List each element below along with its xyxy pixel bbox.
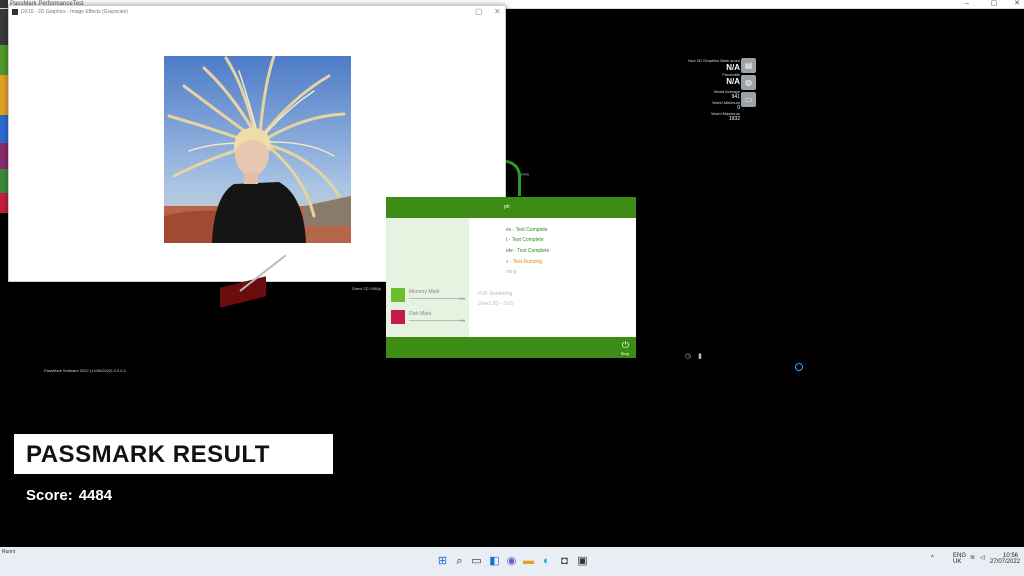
store-icon[interactable]: ◘: [558, 555, 571, 568]
portrait-image: [164, 56, 351, 243]
result-score: Score: 4484: [26, 487, 112, 504]
chat-icon[interactable]: ◉: [505, 555, 518, 568]
close-icon[interactable]: ✕: [494, 7, 501, 17]
search-icon[interactable]: ⌕: [453, 555, 466, 568]
test-category-pane: Memory Mark 0% Disk Mark 0%: [386, 218, 469, 337]
scene-date-caption: PassMark Software 2022 (12/06/2022) 0.3.…: [44, 368, 126, 373]
start-icon[interactable]: ⊞: [436, 555, 449, 568]
language-indicator[interactable]: ENG UK: [953, 553, 966, 565]
task-view-icon[interactable]: ▭: [470, 555, 483, 568]
wifi-icon[interactable]: ≋: [970, 555, 975, 561]
test-window-header-text: ph: [504, 204, 510, 210]
test-status-line: es - Test Complete: [506, 227, 548, 233]
widgets-icon[interactable]: ◧: [488, 555, 501, 568]
score-value: 4484: [78, 487, 113, 504]
test-window-header: ph: [386, 197, 636, 218]
stop-label: Stop: [620, 351, 629, 356]
fps-label: FPS: [521, 172, 529, 177]
loading-cursor-icon: [795, 363, 803, 371]
taskbar-status-text: Runni: [2, 549, 16, 555]
edge-icon[interactable]: ◐: [540, 555, 553, 568]
memory-mark-bar: [409, 298, 465, 299]
scene-green-arc: [505, 160, 521, 196]
date-text: 27/07/2022: [990, 559, 1021, 565]
disk-mark-swatch: [391, 310, 405, 324]
test-status-line: PDF Rendering: [478, 291, 513, 297]
window-icon: [12, 9, 18, 15]
close-icon[interactable]: ✕: [1010, 0, 1024, 8]
test-status-line: ete - Test Complete: [506, 248, 550, 254]
chat-icon[interactable]: ▭: [741, 92, 756, 107]
taskbar: Runni ⊞ ⌕ ▭ ◧ ◉ ▬ ◐ ◘ ▣ ^ ENG UK ≋ ◁ 10:…: [0, 547, 1024, 576]
test-status-line: t - Test Complete: [506, 237, 544, 243]
scene-caption: Direct 2D 1080p: [352, 286, 381, 291]
percentile-value: N/A: [726, 77, 740, 86]
test-photo: [164, 56, 351, 243]
file-explorer-icon[interactable]: ▬: [522, 555, 535, 568]
memory-mark-name: Memory Mark: [409, 289, 440, 295]
image-window-titlebar: DX10 - 2D Graphics - Image Effects (Gray…: [9, 6, 505, 19]
side-icon-column: ▤ ◍ ▭: [741, 58, 756, 109]
volume-icon[interactable]: ◁: [980, 555, 985, 561]
memory-mark-pct: 0%: [459, 296, 465, 301]
disk-mark-bar: [409, 320, 465, 321]
test-status-line: Direct 2D - SVG: [478, 301, 514, 307]
result-title: PASSMARK RESULT: [26, 441, 270, 468]
globe-icon[interactable]: ◍: [741, 75, 756, 90]
maximize-icon[interactable]: ▢: [475, 7, 483, 17]
passmark-app-icon[interactable]: ▣: [576, 555, 589, 568]
clock-icon: ◷: [685, 353, 692, 360]
score-label: Score:: [26, 487, 73, 504]
score-value: N/A: [726, 63, 740, 72]
clock[interactable]: 10:56 27/07/2022: [990, 553, 1021, 565]
result-banner: PASSMARK RESULT: [14, 434, 333, 474]
tray-chevron-icon[interactable]: ^: [931, 555, 934, 561]
test-status-line: s - Test Running: [506, 259, 543, 265]
region-code: UK: [953, 559, 962, 565]
sidebar-strip: [0, 9, 8, 249]
document-icon[interactable]: ▤: [741, 58, 756, 73]
tile-memory-mark[interactable]: Memory Mark 0%: [391, 288, 467, 304]
test-progress-window[interactable]: ph Memory Mark 0% Disk Mark 0% es - Test…: [386, 197, 636, 358]
power-icon[interactable]: ⏻: [622, 340, 629, 351]
minimize-icon[interactable]: –: [960, 0, 974, 8]
tile-disk-mark[interactable]: Disk Mark 0%: [391, 310, 467, 326]
world-maximum-value: 1932: [728, 116, 740, 122]
maximize-icon[interactable]: ▢: [987, 0, 1001, 8]
disk-mark-name: Disk Mark: [409, 311, 432, 317]
test-window-footer: ⏻ Stop: [386, 337, 636, 358]
disk-mark-pct: 0%: [459, 318, 465, 323]
memory-mark-swatch: [391, 288, 405, 302]
image-window-title: DX10 - 2D Graphics - Image Effects (Gray…: [21, 9, 128, 15]
signal-icon: ▮: [698, 353, 702, 360]
test-status-line: sting: [506, 269, 517, 275]
app-icon: [0, 0, 8, 8]
stats-panel: Your 2D Graphics Mark score N/A Percenti…: [660, 58, 740, 122]
